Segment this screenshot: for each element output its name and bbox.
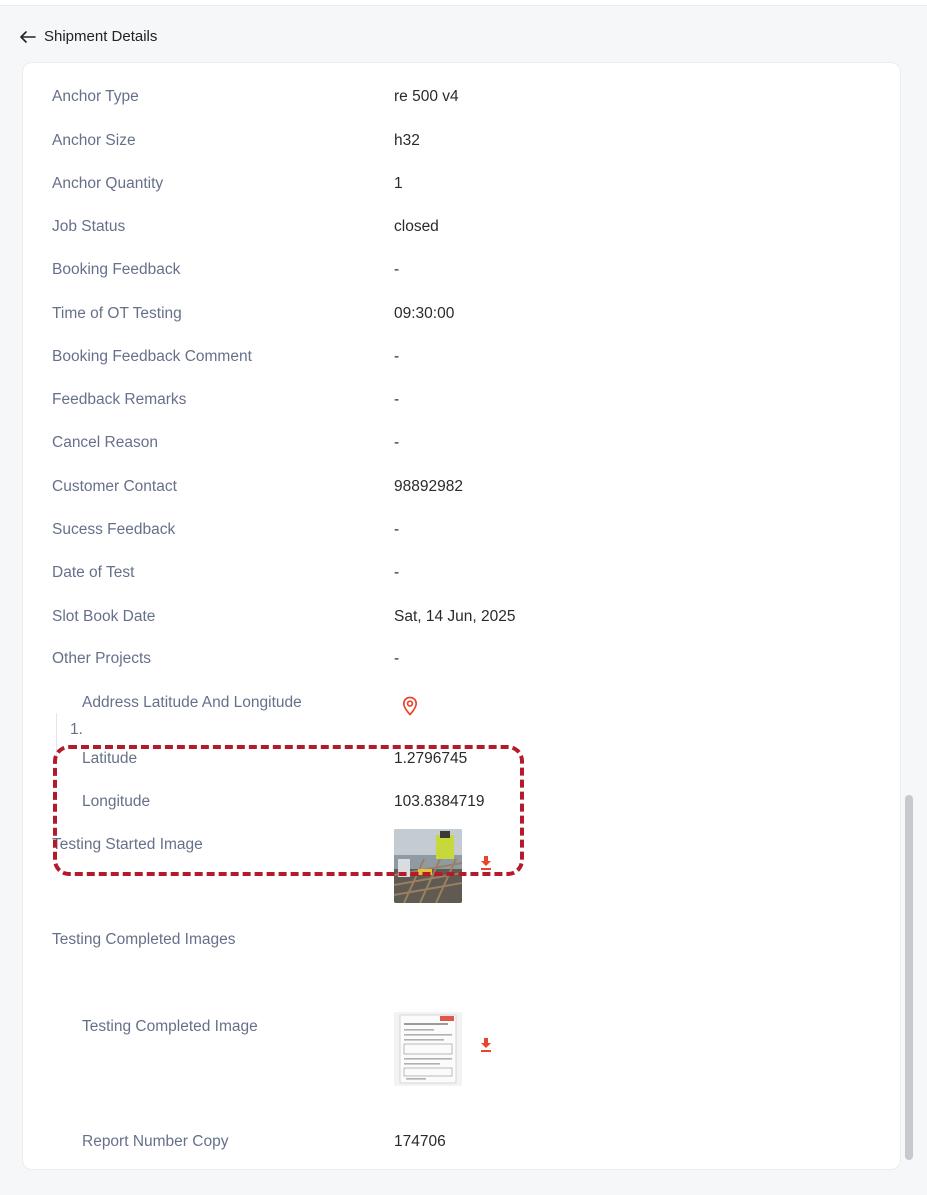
field-value: -	[394, 564, 400, 581]
arrow-left-icon[interactable]	[20, 30, 36, 43]
field-value: closed	[394, 218, 439, 235]
field-label: Time of OT Testing	[52, 305, 182, 322]
field-value: -	[394, 521, 400, 538]
field-label: Testing Completed Image	[82, 1018, 258, 1035]
testing-completed-thumbnail[interactable]	[394, 1012, 462, 1086]
shipment-details-card: Anchor Type re 500 v4 Anchor Size h32 An…	[22, 62, 901, 1170]
highlight-box	[53, 745, 524, 876]
map-pin-icon[interactable]	[402, 696, 418, 721]
download-icon[interactable]	[479, 1037, 493, 1058]
field-value: -	[394, 434, 400, 451]
field-value: h32	[394, 132, 420, 149]
field-label: Sucess Feedback	[52, 521, 176, 538]
field-value: 98892982	[394, 478, 463, 495]
field-label: Date of Test	[52, 564, 135, 581]
field-label: Feedback Remarks	[52, 391, 187, 408]
field-value: -	[394, 391, 400, 408]
back-link[interactable]: Shipment Details	[20, 28, 157, 45]
section-label: Testing Completed Images	[52, 931, 236, 948]
top-bar	[0, 0, 927, 6]
field-value: -	[394, 348, 400, 365]
field-label: Report Number Copy	[82, 1133, 229, 1150]
list-item-number: 1.	[70, 721, 83, 738]
field-label: Slot Book Date	[52, 608, 156, 625]
field-value: 1	[394, 175, 403, 192]
scrollbar-thumb[interactable]	[905, 795, 913, 1160]
field-label: Other Projects	[52, 650, 152, 667]
page-title: Shipment Details	[44, 28, 158, 45]
field-label: Cancel Reason	[52, 434, 158, 451]
field-value: -	[394, 261, 400, 278]
field-label: Booking Feedback	[52, 261, 181, 278]
field-value: Sat, 14 Jun, 2025	[394, 608, 516, 625]
field-value: re 500 v4	[394, 88, 459, 105]
field-value: -	[394, 650, 400, 667]
field-value: 174706	[394, 1133, 446, 1150]
field-label: Anchor Size	[52, 132, 136, 149]
field-label: Address Latitude And Longitude	[82, 694, 302, 711]
field-label: Anchor Type	[52, 88, 139, 105]
field-label: Customer Contact	[52, 478, 177, 495]
field-label: Job Status	[52, 218, 126, 235]
field-label: Booking Feedback Comment	[52, 348, 252, 365]
field-label: Anchor Quantity	[52, 175, 164, 192]
field-value: 09:30:00	[394, 305, 455, 322]
